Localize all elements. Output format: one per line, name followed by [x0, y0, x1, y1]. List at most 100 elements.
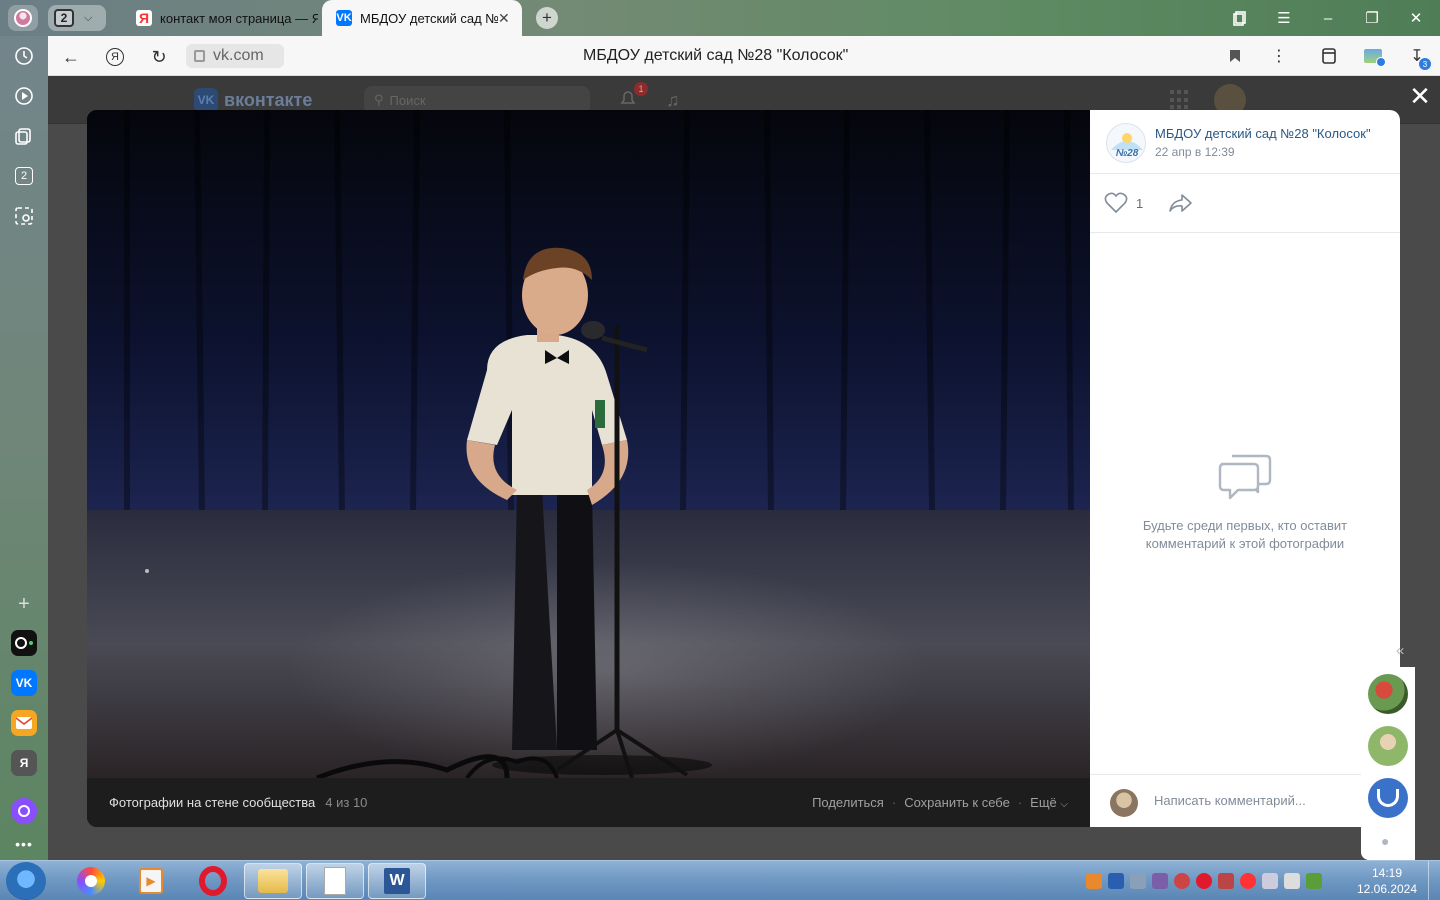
- word-taskbar-icon[interactable]: W: [368, 863, 426, 899]
- yandex-home-icon[interactable]: Я: [104, 46, 126, 68]
- photo[interactable]: [87, 110, 1090, 778]
- community-avatar[interactable]: №28: [1106, 123, 1146, 163]
- chat-widget: ●: [1361, 667, 1415, 860]
- close-tab-icon[interactable]: ✕: [498, 10, 516, 27]
- tab-vk-active[interactable]: VK МБДОУ детский сад № ✕: [322, 0, 522, 36]
- author-name-link[interactable]: МБДОУ детский сад №28 "Колосок": [1155, 126, 1371, 141]
- tray-avast-icon[interactable]: [1086, 873, 1102, 889]
- new-tab-button[interactable]: +: [536, 7, 558, 29]
- close-viewer-icon[interactable]: ✕: [1408, 81, 1432, 111]
- collapse-chats-icon[interactable]: «: [1396, 642, 1404, 659]
- vk-search-placeholder: Поиск: [389, 92, 426, 108]
- tray-yandex-icon[interactable]: [1240, 873, 1256, 889]
- downloads-icon[interactable]: ↧ 3: [1406, 46, 1431, 70]
- tray-speaker-icon[interactable]: [1284, 873, 1300, 889]
- tray-volume-icon[interactable]: [1130, 873, 1146, 889]
- tray-flag-icon[interactable]: [1218, 873, 1234, 889]
- show-desktop-button[interactable]: [1428, 861, 1440, 900]
- more-button[interactable]: Ещё ⌵: [1030, 795, 1068, 810]
- screenshot-icon[interactable]: [12, 204, 36, 228]
- explorer-taskbar-icon[interactable]: [244, 863, 302, 899]
- tray-app-icon[interactable]: [1152, 873, 1168, 889]
- comment-composer: Написать комментарий...: [1090, 774, 1400, 827]
- reading-list-icon[interactable]: [1318, 46, 1340, 66]
- downloads-badge: 3: [1419, 58, 1431, 70]
- notifications-bell-icon[interactable]: 1: [618, 82, 648, 110]
- opera-taskbar-icon[interactable]: [184, 863, 242, 899]
- reaction-bar: 1: [1090, 174, 1400, 233]
- reload-icon[interactable]: ↻: [148, 46, 170, 68]
- author-header: №28 МБДОУ детский сад №28 "Колосок" 22 а…: [1090, 110, 1400, 174]
- profile-button[interactable]: [8, 5, 38, 31]
- browser-tab-bar: 2 ⌵ Я контакт моя страница — Я VK МБДОУ …: [0, 0, 1440, 36]
- url-field[interactable]: vk.com: [186, 44, 284, 68]
- media-player-taskbar-icon[interactable]: ▶: [122, 863, 180, 899]
- tray-opera-icon[interactable]: [1196, 873, 1212, 889]
- comment-input[interactable]: Написать комментарий...: [1154, 793, 1306, 808]
- system-clock[interactable]: 14:19 12.06.2024: [1354, 865, 1420, 897]
- vk-logo-text: вконтакте: [224, 89, 313, 110]
- tray-nvidia-icon[interactable]: [1306, 873, 1322, 889]
- history-icon[interactable]: [12, 44, 36, 68]
- tab-count-button[interactable]: 2 ⌵: [48, 5, 106, 31]
- separator-dot: ·: [1017, 795, 1023, 810]
- media-play-icon[interactable]: [12, 84, 36, 108]
- chat-avatar-3[interactable]: [1368, 778, 1408, 818]
- photo-side-panel: №28 МБДОУ детский сад №28 "Колосок" 22 а…: [1090, 110, 1400, 827]
- alice-app-icon[interactable]: [11, 630, 37, 656]
- vk-app-icon[interactable]: VK: [11, 670, 37, 696]
- chat-avatar-2[interactable]: [1368, 726, 1408, 766]
- close-window-icon[interactable]: ✕: [1406, 8, 1426, 28]
- tab-count-badge: 2: [54, 9, 74, 27]
- tab-title: МБДОУ детский сад №: [360, 10, 498, 26]
- back-arrow-icon[interactable]: ←: [60, 46, 82, 68]
- notifications-badge: 1: [634, 82, 648, 96]
- tab-yandex-search[interactable]: Я контакт моя страница — Я: [122, 0, 318, 36]
- restore-icon[interactable]: ❐: [1362, 8, 1382, 28]
- chat-avatar-1[interactable]: [1368, 674, 1408, 714]
- collections-icon[interactable]: [12, 124, 36, 148]
- extension-icon[interactable]: [1362, 46, 1386, 67]
- minimize-icon[interactable]: –: [1318, 8, 1338, 28]
- vk-logo[interactable]: VK вконтакте: [194, 88, 312, 112]
- start-button[interactable]: [6, 862, 46, 900]
- empty-comments: Будьте среди первых, кто оставит коммент…: [1090, 450, 1400, 553]
- music-icon[interactable]: ♫: [666, 90, 680, 111]
- apps-grid-icon[interactable]: [1170, 90, 1190, 110]
- tabs-counter-badge: 2: [15, 167, 33, 185]
- document-taskbar-icon[interactable]: [306, 863, 364, 899]
- like-button[interactable]: 1: [1104, 192, 1143, 214]
- album-link[interactable]: Фотографии на стене сообщества: [109, 795, 315, 810]
- tray-display-icon[interactable]: [1262, 873, 1278, 889]
- tray-security-icon[interactable]: [1174, 873, 1190, 889]
- photo-actions: Поделиться · Сохранить к себе · Ещё ⌵: [812, 778, 1068, 827]
- chevron-down-icon: ⌵: [84, 11, 93, 24]
- search-icon: ⚲: [374, 92, 384, 107]
- share-button[interactable]: [1168, 192, 1194, 219]
- yandex-favicon-icon: Я: [136, 10, 152, 26]
- tray-network-app-icon[interactable]: [1108, 873, 1124, 889]
- menu-icon[interactable]: ☰: [1274, 8, 1294, 28]
- post-date[interactable]: 22 апр в 12:39: [1155, 145, 1235, 159]
- share-photo-button[interactable]: Поделиться: [812, 795, 884, 810]
- kebab-menu-icon[interactable]: ⋮: [1268, 46, 1290, 66]
- bookmark-icon[interactable]: [1224, 46, 1246, 66]
- photo-viewer: Фотографии на стене сообщества 4 из 10 П…: [87, 110, 1400, 827]
- more-icon[interactable]: •••: [12, 832, 36, 856]
- add-app-icon[interactable]: +: [12, 592, 36, 616]
- taskbar: ▶ W 14:19 12.06.2024: [0, 860, 1440, 900]
- tabs-counter-icon[interactable]: 2: [12, 164, 36, 188]
- new-chat-icon[interactable]: ●: [1381, 833, 1389, 849]
- yandex-app-icon[interactable]: Я: [11, 750, 37, 776]
- vk-logo-icon: VK: [194, 88, 218, 112]
- bookmarks-panel-icon[interactable]: [1230, 8, 1250, 28]
- separator-dot: ·: [891, 795, 897, 810]
- tab-title: контакт моя страница — Я: [160, 10, 318, 26]
- photo-bottom-bar: Фотографии на стене сообщества 4 из 10 П…: [87, 778, 1090, 827]
- yandex-browser-taskbar-icon[interactable]: [62, 863, 120, 899]
- mail-app-icon[interactable]: [11, 710, 37, 736]
- save-photo-button[interactable]: Сохранить к себе: [904, 795, 1010, 810]
- empty-comments-text: Будьте среди первых, кто оставит коммент…: [1142, 518, 1348, 551]
- photo-counter: 4 из 10: [325, 795, 368, 810]
- alice-assistant-icon[interactable]: [11, 798, 37, 824]
